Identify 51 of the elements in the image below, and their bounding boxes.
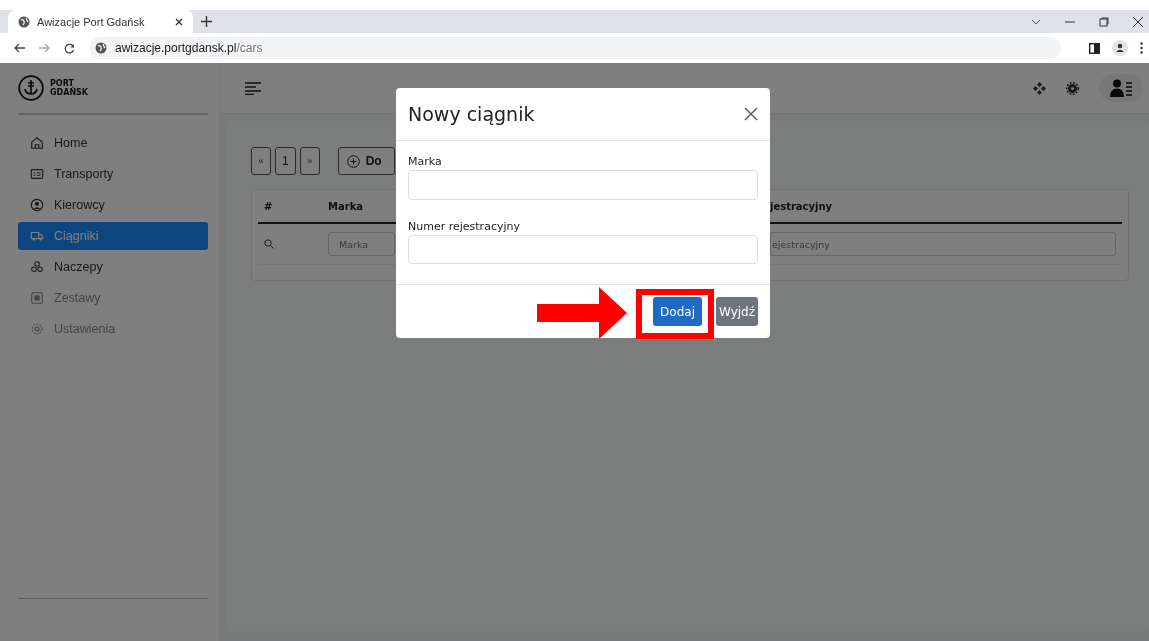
circles-icon xyxy=(30,260,44,274)
anchor-logo-icon xyxy=(18,75,44,101)
list-icon xyxy=(30,167,44,181)
settings-icon[interactable] xyxy=(1066,81,1079,95)
truck-icon xyxy=(30,229,44,243)
person-icon xyxy=(30,198,44,212)
sidebar-item[interactable]: Transporty xyxy=(18,160,208,188)
first-page-button[interactable]: « xyxy=(251,147,271,175)
menu-icon[interactable] xyxy=(1140,42,1143,54)
search-icon xyxy=(264,239,274,249)
column-header: jestracyjny xyxy=(770,200,834,212)
globe-icon xyxy=(18,15,30,28)
home-icon xyxy=(30,136,44,150)
profile-icon[interactable] xyxy=(1112,40,1128,56)
user-menu-button[interactable] xyxy=(1099,74,1143,102)
sidebar-item[interactable]: Naczepy xyxy=(18,253,208,281)
input-field[interactable] xyxy=(408,170,758,200)
close-icon[interactable] xyxy=(175,17,183,26)
sidebar-item[interactable]: Home xyxy=(18,129,208,157)
globe-icon xyxy=(95,42,107,54)
close-icon[interactable] xyxy=(1133,16,1143,27)
filter-field[interactable]: Marka xyxy=(328,232,395,256)
column-header: Marka xyxy=(328,200,365,212)
chevron-down-icon[interactable] xyxy=(1031,18,1041,25)
maximize-icon[interactable] xyxy=(1099,16,1109,27)
side-panel-icon[interactable] xyxy=(1089,42,1100,54)
page-button[interactable]: 1 xyxy=(275,147,296,175)
filter-field[interactable]: ejestracyjny xyxy=(770,232,1116,256)
minimize-icon[interactable] xyxy=(1065,20,1075,23)
square-icon xyxy=(30,291,44,305)
next-page-button[interactable]: » xyxy=(299,147,320,175)
dialog-title: Nowy ciągnik xyxy=(408,103,535,125)
column-header: # xyxy=(263,200,274,212)
logo-text: PORT GDAŃSK xyxy=(50,79,89,97)
input-field[interactable] xyxy=(408,234,758,264)
settings-icon xyxy=(30,322,44,336)
url-text[interactable]: awizacje.portgdansk.pl/cars xyxy=(115,41,263,55)
sidebar-item[interactable]: Ciągniki xyxy=(18,222,208,250)
close-icon[interactable] xyxy=(744,107,758,121)
diamond-icon[interactable] xyxy=(1033,81,1046,95)
new-tab-icon[interactable] xyxy=(201,16,212,27)
add-button[interactable]: Do xyxy=(337,147,395,175)
user-list-icon xyxy=(1110,79,1132,97)
exit-button[interactable]: Wyjdź xyxy=(716,297,758,326)
back-icon[interactable] xyxy=(14,43,25,53)
plus-circle-icon xyxy=(346,154,360,168)
reload-icon[interactable] xyxy=(64,42,75,54)
sidebar-item[interactable]: Kierowcy xyxy=(18,191,208,219)
field-label: Marka xyxy=(408,155,443,168)
add-button[interactable]: Dodaj xyxy=(653,297,702,326)
field-label: Numer rejestracyjny xyxy=(408,219,521,233)
